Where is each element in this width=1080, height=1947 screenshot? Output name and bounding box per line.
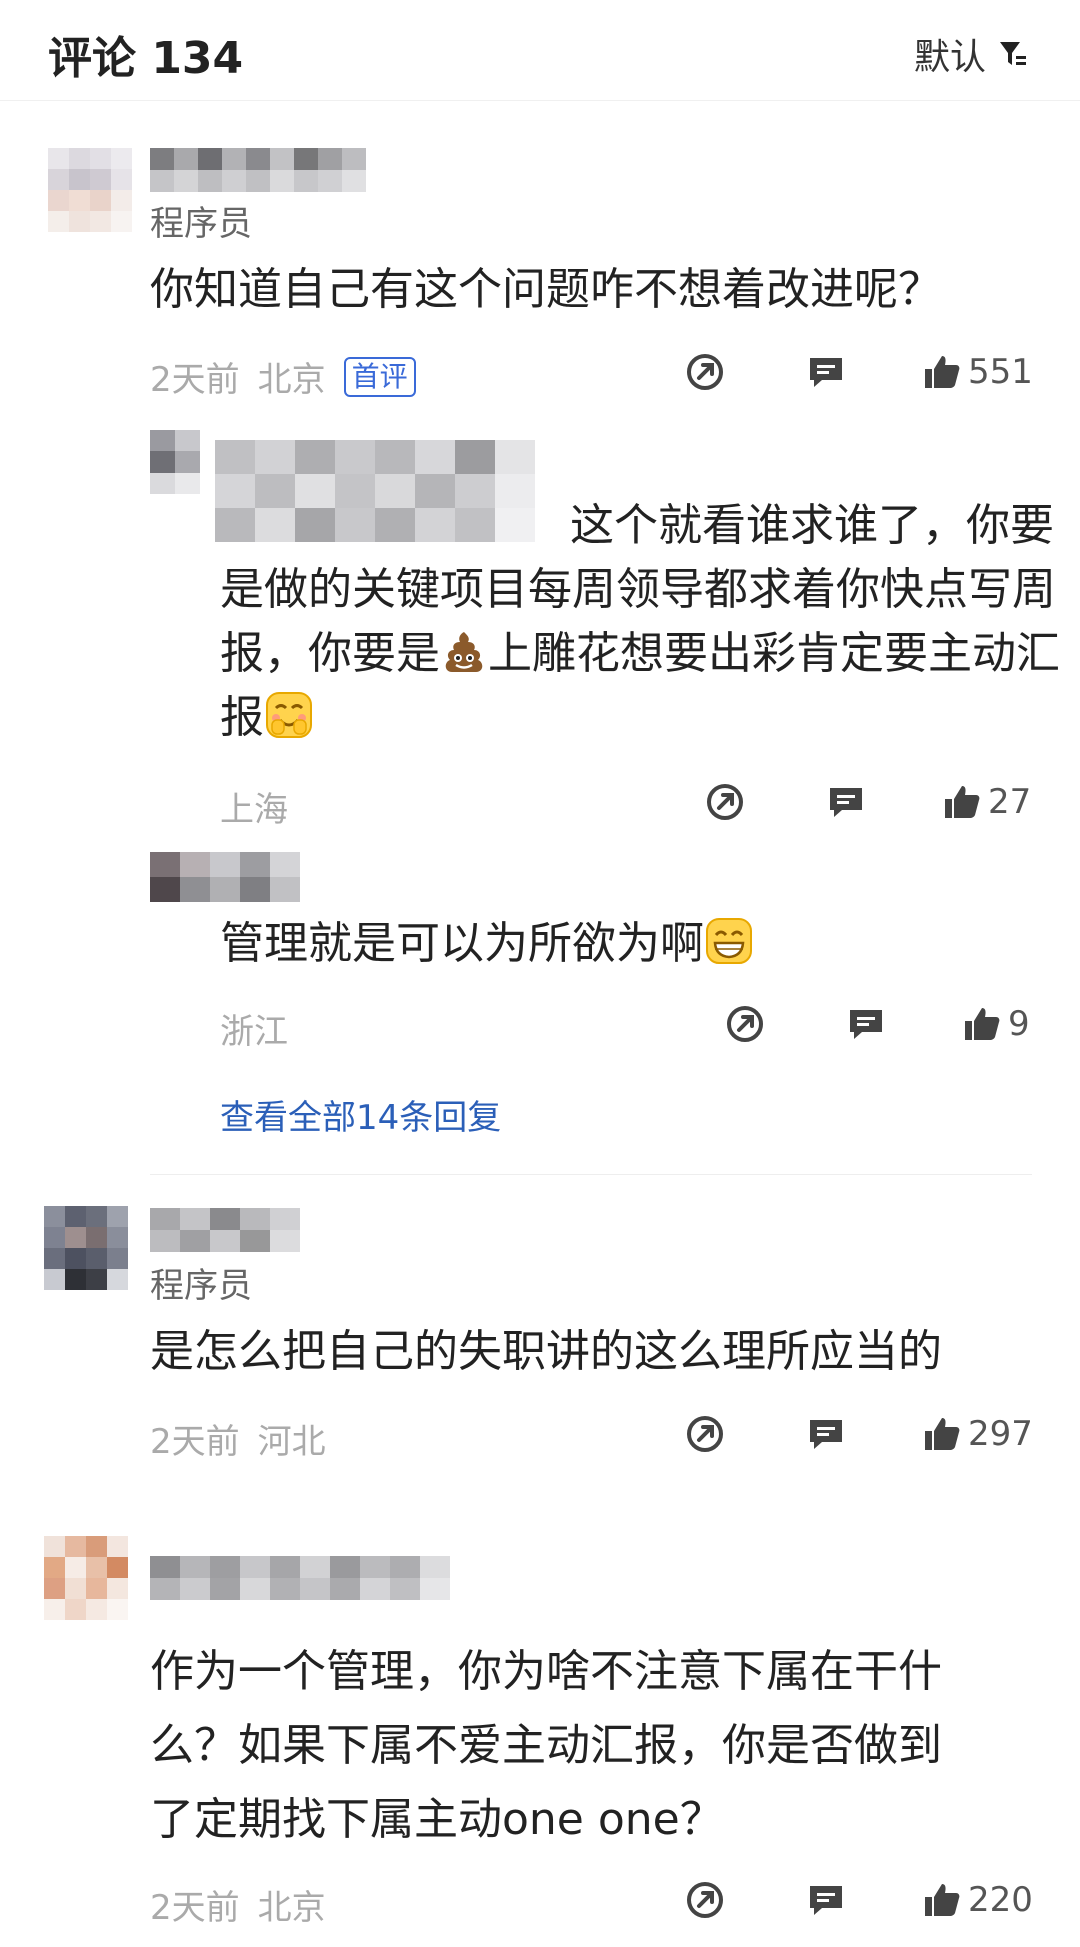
reply-text-part: 报 <box>220 692 264 743</box>
grin-emoji-icon <box>706 918 752 964</box>
thumbs-up-icon <box>925 356 960 388</box>
like-button[interactable]: 220 <box>922 1880 1033 1920</box>
share-icon[interactable] <box>725 1004 765 1044</box>
filter-icon <box>1000 42 1026 65</box>
reply-location: 浙江 <box>220 1012 288 1052</box>
comment-text-line: 么？如果下属不爱主动汇报，你是否做到 <box>150 1720 942 1771</box>
smile-emoji-icon <box>266 692 312 738</box>
thumbs-up-icon <box>925 1418 960 1450</box>
like-button[interactable]: 9 <box>962 1004 1030 1044</box>
comment-text-line: 了定期找下属主动one one？ <box>150 1794 724 1845</box>
comment-time: 2天前 <box>150 360 240 400</box>
thumbs-up-icon <box>925 1884 960 1916</box>
comment-meta: 2天前 河北 <box>150 1414 326 1463</box>
user-role: 程序员 <box>150 204 252 244</box>
like-count: 27 <box>988 782 1032 822</box>
reply-text: 报 <box>220 686 314 750</box>
reply-meta: 上海 <box>220 782 288 831</box>
reply-text: 报，你要是 上雕花想要出彩肯定要主动汇 <box>220 622 1060 686</box>
blurred-username <box>150 1556 450 1600</box>
comment-time: 2天前 <box>150 1422 240 1462</box>
reply-icon[interactable] <box>826 782 866 822</box>
comment-meta: 2天前 北京 首评 <box>150 352 416 401</box>
share-icon[interactable] <box>685 1880 725 1920</box>
share-icon[interactable] <box>685 1414 725 1454</box>
reply-icon[interactable] <box>806 1414 846 1454</box>
comment-location: 河北 <box>257 1422 326 1462</box>
comment-time: 2天前 <box>150 1888 240 1928</box>
like-count: 220 <box>968 1880 1033 1920</box>
comment-meta: 2天前 北京 <box>150 1880 326 1929</box>
like-button[interactable]: 27 <box>942 782 1031 822</box>
reply-text-part: 报，你要是 <box>220 628 440 679</box>
reply-text: 这个就看谁求谁了，你要 <box>570 500 1054 551</box>
blurred-username <box>150 1208 300 1252</box>
sort-button[interactable]: 默认 <box>914 28 1028 80</box>
blurred-reply-quote <box>215 440 535 542</box>
comments-header: 评论 134 默认 <box>0 0 1080 101</box>
like-button[interactable]: 551 <box>922 352 1033 392</box>
divider <box>150 1174 1032 1175</box>
blurred-username <box>150 148 366 192</box>
reply-icon[interactable] <box>806 1880 846 1920</box>
comment-text-line: 作为一个管理，你为啥不注意下属在干什 <box>150 1646 942 1697</box>
view-all-replies-link[interactable]: 查看全部14条回复 <box>220 1090 501 1139</box>
sort-label: 默认 <box>913 37 986 78</box>
like-count: 297 <box>968 1414 1033 1454</box>
comment-text: 是怎么把自己的失职讲的这么理所应当的 <box>150 1326 942 1377</box>
thumbs-up-icon <box>945 786 980 818</box>
comment-text: 你知道自己有这个问题咋不想着改进呢？ <box>150 264 942 315</box>
blurred-reply-username <box>150 430 200 494</box>
reply-text-part: 管理就是可以为所欲为啊 <box>220 918 704 969</box>
comment-location: 北京 <box>257 360 326 400</box>
reply-icon[interactable] <box>846 1004 886 1044</box>
avatar[interactable] <box>44 1536 128 1620</box>
like-count: 9 <box>1008 1004 1030 1044</box>
reply-meta: 浙江 <box>220 1004 288 1053</box>
like-count: 551 <box>968 352 1033 392</box>
reply-text: 管理就是可以为所欲为啊 <box>220 912 754 976</box>
first-comment-badge: 首评 <box>343 356 416 397</box>
reply-icon[interactable] <box>806 352 846 392</box>
blurred-reply-username <box>150 852 300 902</box>
comments-title: 评论 134 <box>48 33 244 84</box>
thumbs-up-icon <box>965 1008 1000 1040</box>
reply-location: 上海 <box>220 790 288 830</box>
share-icon[interactable] <box>705 782 745 822</box>
reply-text-part: 上雕花想要出彩肯定要主动汇 <box>488 628 1060 679</box>
reply-text: 是做的关键项目每周领导都求着你快点写周 <box>220 564 1056 615</box>
user-role: 程序员 <box>150 1266 252 1306</box>
poop-emoji-icon <box>445 632 483 672</box>
avatar[interactable] <box>48 148 132 232</box>
share-icon[interactable] <box>685 352 725 392</box>
comment-location: 北京 <box>257 1888 326 1928</box>
avatar[interactable] <box>44 1206 128 1290</box>
like-button[interactable]: 297 <box>922 1414 1033 1454</box>
